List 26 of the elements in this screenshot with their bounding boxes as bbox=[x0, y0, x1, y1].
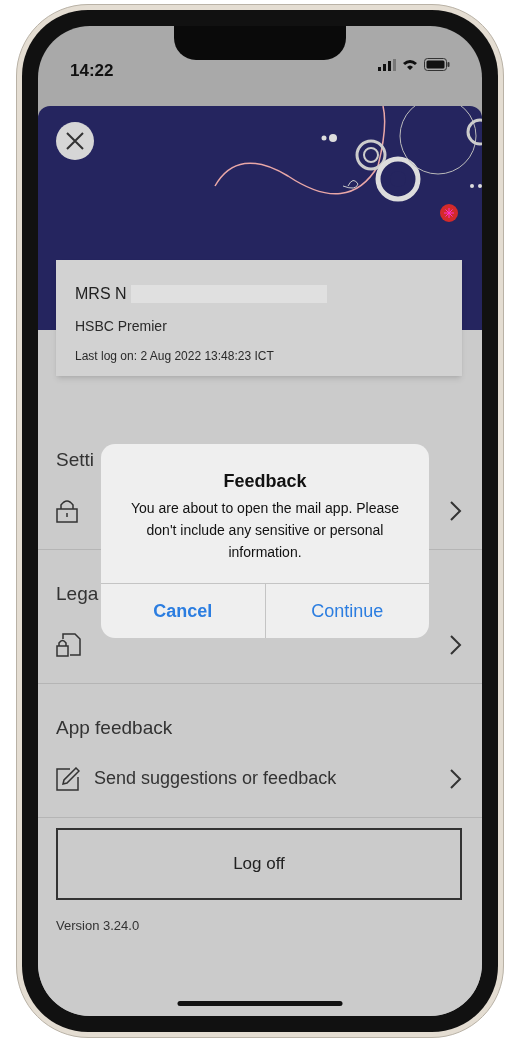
list-row[interactable]: Send suggestions or feedback bbox=[38, 742, 482, 818]
section-title: Lega bbox=[56, 582, 100, 606]
account-type: HSBC Premier bbox=[75, 317, 168, 336]
asterisk-icon bbox=[440, 204, 458, 222]
last-logon-text: Last log on: 2 Aug 2022 13:48:23 ICT bbox=[75, 348, 275, 365]
close-button[interactable] bbox=[56, 122, 94, 160]
signal-icon bbox=[378, 58, 396, 71]
customer-name: MRS N bbox=[75, 284, 127, 304]
edit-icon bbox=[56, 766, 80, 791]
version-text: Version 3.24.0 bbox=[56, 917, 141, 935]
status-time: 14:22 bbox=[70, 60, 114, 82]
battery-icon bbox=[424, 58, 450, 71]
close-icon bbox=[65, 131, 85, 151]
dialog-button[interactable]: Cancel bbox=[101, 584, 265, 638]
lock-icon bbox=[56, 498, 78, 523]
section-title: Setti bbox=[56, 448, 96, 472]
section-title: App feedback bbox=[56, 716, 174, 740]
log-off-button[interactable]: Log off bbox=[56, 828, 462, 900]
document-lock-icon bbox=[56, 632, 82, 657]
wifi-icon bbox=[402, 58, 418, 71]
dialog-button[interactable]: Continue bbox=[264, 584, 429, 638]
chevron-icon bbox=[450, 500, 462, 521]
chevron-icon bbox=[450, 634, 462, 655]
chevron-icon bbox=[450, 768, 462, 789]
dialog-title: Feedback bbox=[223, 470, 307, 493]
dialog-message: You are about to open the mail app. Please don't include any sensitive or personal information. bbox=[130, 499, 400, 562]
